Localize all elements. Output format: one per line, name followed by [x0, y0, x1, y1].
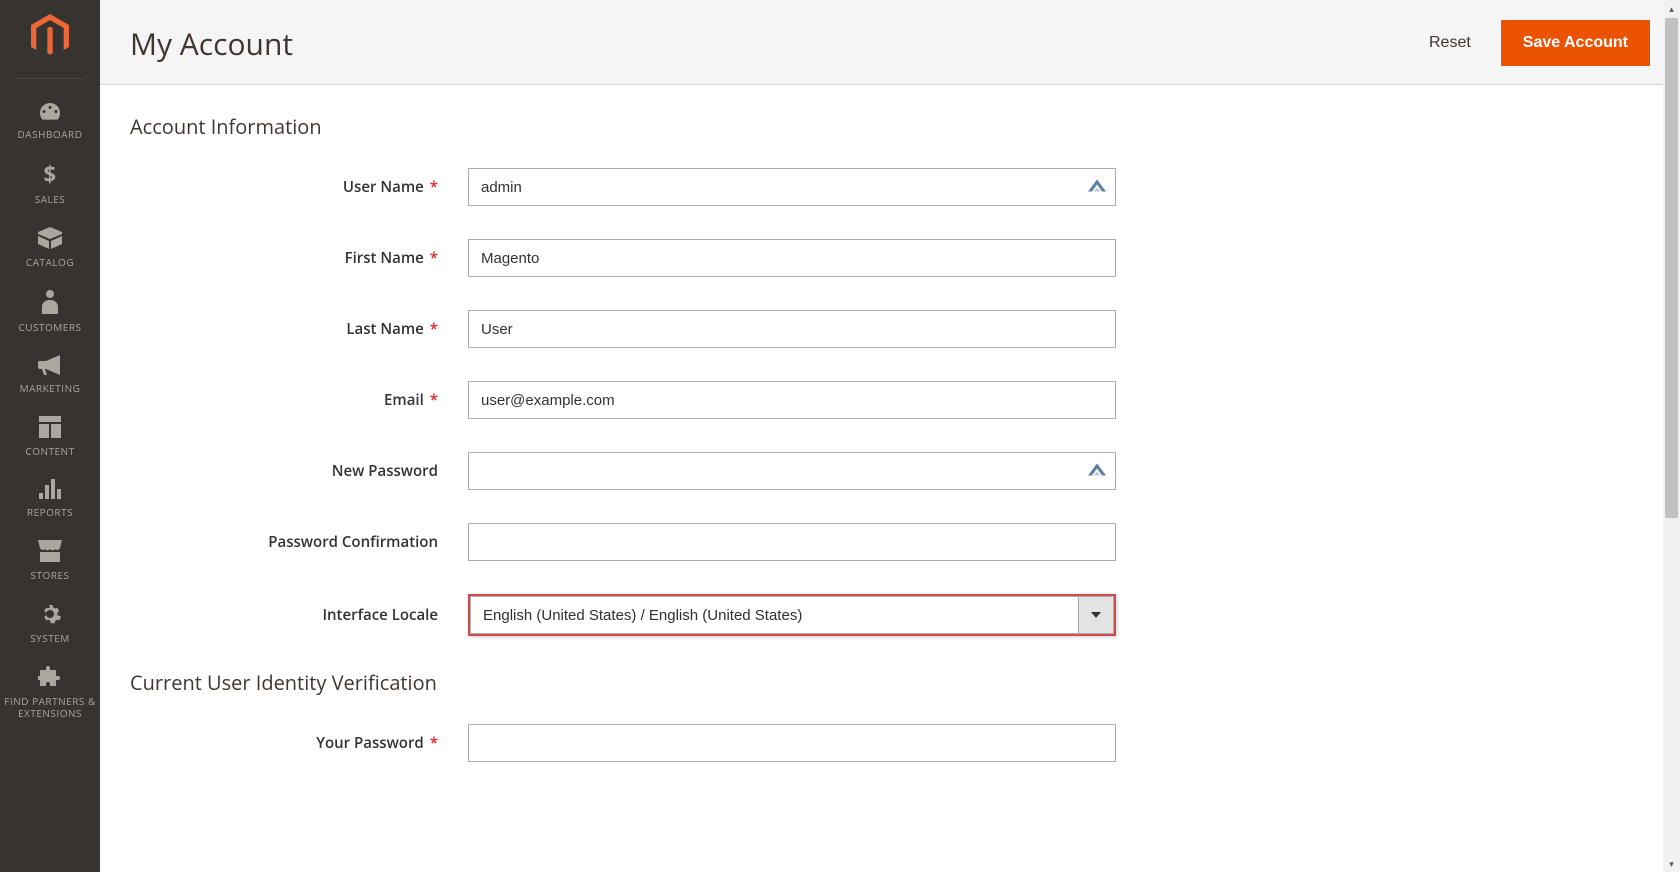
verification-heading: Current User Identity Verification — [130, 669, 1650, 696]
email-input[interactable] — [468, 381, 1116, 419]
new-password-label: New Password — [130, 461, 468, 481]
nav-label: REPORTS — [4, 506, 96, 518]
lastname-label: Last Name* — [130, 319, 468, 339]
nav-catalog[interactable]: CATALOG — [0, 215, 100, 278]
nav-marketing[interactable]: MARKETING — [0, 343, 100, 404]
nav-customers[interactable]: CUSTOMERS — [0, 278, 100, 343]
box-icon — [4, 227, 96, 252]
scrollbar-down-icon[interactable]: ▾ — [1663, 855, 1680, 872]
form-row-password-confirm: Password Confirmation — [130, 523, 1650, 561]
layout-icon — [4, 416, 96, 441]
megaphone-icon — [4, 355, 96, 378]
nav-label: CONTENT — [4, 445, 96, 457]
storefront-icon — [4, 540, 96, 565]
nav-label: DASHBOARD — [4, 128, 96, 140]
form-row-your-password: Your Password* — [130, 724, 1650, 762]
bar-chart-icon — [4, 479, 96, 502]
lastname-input[interactable] — [468, 310, 1116, 348]
nav-label: SYSTEM — [4, 632, 96, 644]
page-title: My Account — [130, 23, 293, 64]
nav-label: FIND PARTNERS & EXTENSIONS — [4, 695, 96, 719]
locale-label: Interface Locale — [130, 605, 468, 625]
form-row-username: User Name* — [130, 168, 1650, 206]
form-row-email: Email* — [130, 381, 1650, 419]
nav-sales[interactable]: $ SALES — [0, 150, 100, 215]
nav-stores[interactable]: STORES — [0, 528, 100, 591]
form-row-lastname: Last Name* — [130, 310, 1650, 348]
reset-button[interactable]: Reset — [1423, 24, 1477, 62]
username-label: User Name* — [130, 177, 468, 197]
puzzle-icon — [4, 666, 96, 691]
dollar-icon: $ — [4, 162, 96, 189]
your-password-label: Your Password* — [130, 733, 468, 753]
your-password-input[interactable] — [468, 724, 1116, 762]
nav-label: STORES — [4, 569, 96, 581]
nav-label: CUSTOMERS — [4, 321, 96, 333]
scrollbar-thumb[interactable] — [1665, 18, 1678, 518]
form-row-locale: Interface Locale English (United States)… — [130, 594, 1650, 636]
autofill-indicator-icon[interactable] — [1088, 462, 1106, 481]
firstname-label: First Name* — [130, 248, 468, 268]
autofill-indicator-icon[interactable] — [1088, 178, 1106, 197]
nav-label: MARKETING — [4, 382, 96, 394]
vertical-scrollbar[interactable]: ▴ ▾ — [1663, 0, 1680, 872]
save-account-button[interactable]: Save Account — [1501, 20, 1650, 66]
nav-dashboard[interactable]: DASHBOARD — [0, 89, 100, 150]
nav-reports[interactable]: REPORTS — [0, 467, 100, 528]
locale-select[interactable]: English (United States) / English (Unite… — [470, 596, 1114, 634]
account-info-heading: Account Information — [130, 113, 1650, 140]
email-label: Email* — [130, 390, 468, 410]
username-input[interactable] — [468, 168, 1116, 206]
gear-icon — [4, 603, 96, 628]
scrollbar-up-icon[interactable]: ▴ — [1663, 0, 1680, 17]
nav-find-partners[interactable]: FIND PARTNERS & EXTENSIONS — [0, 654, 100, 729]
page-header: My Account Reset Save Account — [100, 0, 1680, 85]
gauge-icon — [4, 101, 96, 124]
header-actions: Reset Save Account — [1423, 20, 1650, 66]
form-row-firstname: First Name* — [130, 239, 1650, 277]
admin-sidebar: DASHBOARD $ SALES CATALOG CUSTOMERS MARK… — [0, 0, 100, 872]
nav-label: SALES — [4, 193, 96, 205]
password-confirm-input[interactable] — [468, 523, 1116, 561]
password-confirm-label: Password Confirmation — [130, 532, 468, 552]
person-icon — [4, 290, 96, 317]
nav-system[interactable]: SYSTEM — [0, 591, 100, 654]
magento-logo[interactable] — [28, 14, 72, 58]
svg-text:$: $ — [43, 162, 56, 186]
form-row-new-password: New Password — [130, 452, 1650, 490]
nav-label: CATALOG — [4, 256, 96, 268]
nav-content[interactable]: CONTENT — [0, 404, 100, 467]
firstname-input[interactable] — [468, 239, 1116, 277]
new-password-input[interactable] — [468, 452, 1116, 490]
main-content: My Account Reset Save Account Account In… — [100, 0, 1680, 872]
